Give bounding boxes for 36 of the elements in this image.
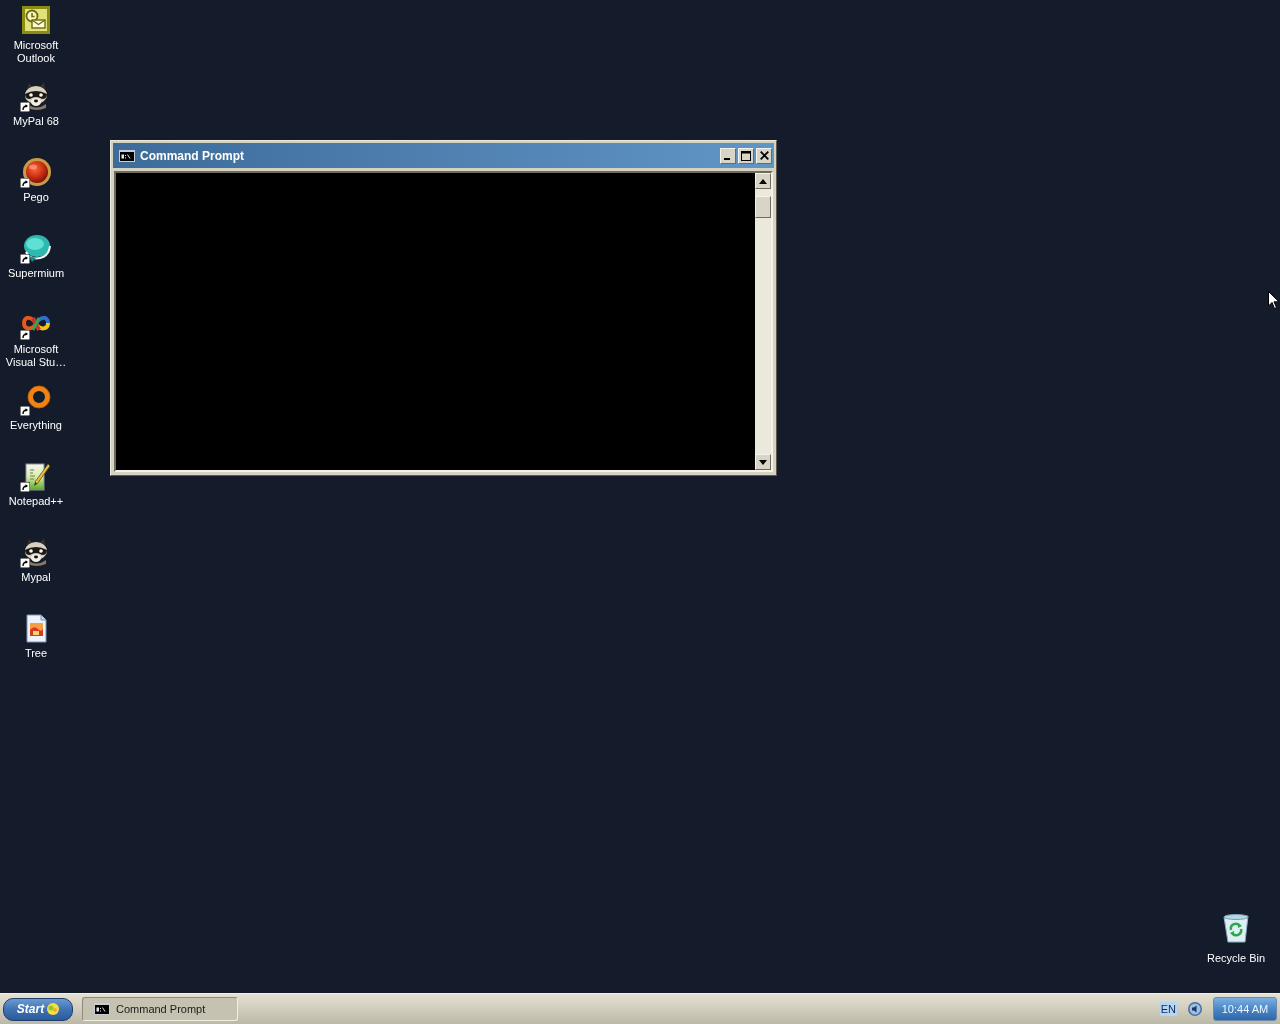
maximize-button[interactable] (738, 147, 754, 164)
speaker-icon[interactable] (1188, 1002, 1202, 1016)
scroll-thumb[interactable] (755, 196, 771, 218)
taskbar-button[interactable]: Command Prompt (82, 997, 238, 1021)
icon-label[interactable]: MyPal 68 (13, 115, 59, 128)
scrollbar-track[interactable] (755, 173, 771, 470)
icon-label[interactable]: Everything (10, 419, 62, 432)
maximize-icon (741, 150, 751, 161)
console-icon (94, 1003, 110, 1015)
scroll-down-button[interactable] (755, 454, 771, 470)
icon-label[interactable]: Notepad++ (8, 495, 64, 508)
minimize-button[interactable] (720, 147, 736, 164)
icon-label[interactable]: Supermium (7, 267, 65, 280)
clock[interactable]: 10:44 AM (1213, 997, 1277, 1021)
language-indicator[interactable]: EN (1159, 1002, 1177, 1016)
close-icon (759, 151, 769, 160)
scroll-up-button[interactable] (755, 173, 771, 189)
start-logo-icon (47, 1003, 60, 1015)
down-arrow-icon (759, 459, 767, 465)
start-button[interactable]: Start (3, 997, 73, 1021)
window-title: Command Prompt (140, 149, 244, 162)
title-bar[interactable]: Command Prompt (113, 143, 774, 168)
icon-label[interactable]: Microsoft Visual Stu… (0, 343, 72, 369)
recycle-bin-icon[interactable] (1220, 912, 1252, 944)
minimize-icon (724, 157, 730, 160)
icon-label[interactable]: Recycle Bin (1206, 952, 1266, 965)
orb-icon[interactable] (20, 156, 52, 188)
icon-label[interactable]: Mypal (21, 571, 51, 584)
up-arrow-icon (759, 178, 767, 184)
icon-label[interactable]: Pego (23, 191, 49, 204)
icon-label[interactable]: Tree (24, 647, 48, 660)
console-icon (119, 149, 135, 162)
mouse-pointer-icon (1268, 291, 1280, 310)
clock-envelope-icon[interactable] (20, 4, 52, 36)
close-button[interactable] (756, 147, 772, 164)
icon-label[interactable]: Microsoft Outlook (0, 39, 72, 65)
